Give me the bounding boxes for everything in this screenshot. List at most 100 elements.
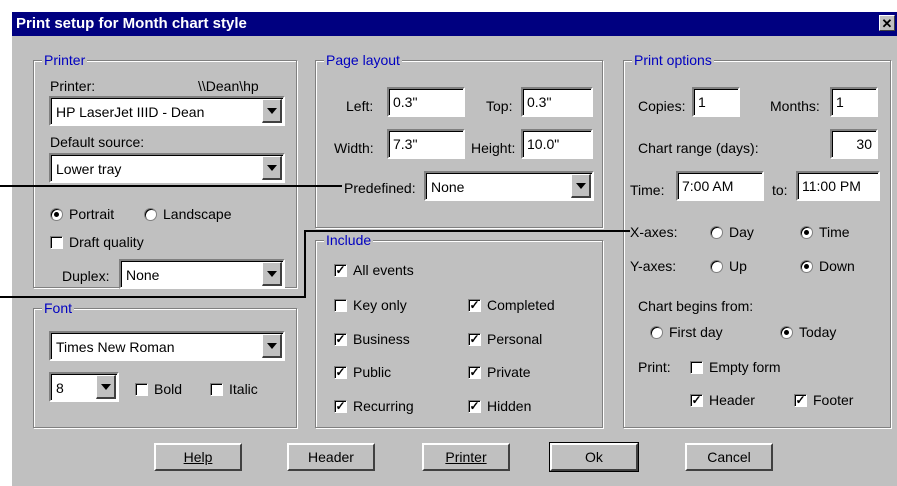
- portrait-radio-dot[interactable]: [50, 207, 63, 221]
- y-axes-down-radio[interactable]: Down: [800, 257, 855, 275]
- draft-quality-checkbox[interactable]: Draft quality: [50, 233, 144, 251]
- completed-box[interactable]: ✓: [468, 298, 481, 312]
- y-axes-up-dot[interactable]: [710, 259, 723, 273]
- header-box[interactable]: ✓: [690, 393, 703, 407]
- private-checkbox[interactable]: ✓ Private: [468, 363, 531, 381]
- printer-group: Printer Printer: \\Dean\hp HP LaserJet I…: [33, 52, 297, 289]
- x-axes-time-dot[interactable]: [800, 225, 813, 239]
- bold-label: Bold: [154, 381, 183, 397]
- cancel-button[interactable]: Cancel: [685, 443, 773, 471]
- x-axes-time-radio[interactable]: Time: [800, 223, 850, 241]
- public-box[interactable]: ✓: [334, 365, 347, 379]
- width-label: Width:: [334, 140, 374, 156]
- personal-checkbox[interactable]: ✓ Personal: [468, 330, 542, 348]
- font-group-title: Font: [42, 300, 75, 316]
- printer-path: \\Dean\hp: [198, 78, 259, 94]
- left-input[interactable]: 0.3": [387, 87, 465, 117]
- recurring-box[interactable]: ✓: [334, 399, 347, 413]
- callout-line-include-top: [304, 230, 630, 232]
- header-label: Header: [709, 392, 755, 408]
- empty-form-checkbox[interactable]: Empty form: [690, 358, 781, 376]
- y-axes-label: Y-axes:: [630, 258, 677, 274]
- italic-label: Italic: [229, 381, 258, 397]
- completed-label: Completed: [487, 297, 555, 313]
- today-radio[interactable]: Today: [780, 323, 836, 341]
- chevron-down-icon[interactable]: [262, 334, 282, 358]
- personal-label: Personal: [487, 331, 543, 347]
- time-from-input[interactable]: 7:00 AM: [676, 171, 764, 201]
- footer-box[interactable]: ✓: [794, 393, 807, 407]
- today-dot[interactable]: [780, 325, 793, 339]
- private-box[interactable]: ✓: [468, 365, 481, 379]
- header-button[interactable]: Header: [287, 443, 375, 471]
- chevron-down-icon[interactable]: [262, 156, 282, 180]
- bold-box[interactable]: [135, 382, 148, 396]
- top-input[interactable]: 0.3": [521, 87, 593, 117]
- font-select[interactable]: Times New Roman: [49, 331, 285, 361]
- predefined-select[interactable]: None: [424, 171, 594, 201]
- font-size-select[interactable]: 8: [49, 372, 119, 402]
- recurring-checkbox[interactable]: ✓ Recurring: [334, 397, 414, 415]
- draft-quality-box[interactable]: [50, 235, 63, 249]
- default-source-select[interactable]: Lower tray: [49, 153, 285, 183]
- time-to-input[interactable]: 11:00 PM: [796, 171, 880, 201]
- months-input[interactable]: 1: [830, 87, 878, 117]
- chart-begins-label: Chart begins from:: [638, 298, 754, 314]
- chevron-down-icon[interactable]: [262, 99, 282, 123]
- y-axes-up-label: Up: [729, 258, 747, 274]
- personal-box[interactable]: ✓: [468, 332, 481, 346]
- printer-select-value: HP LaserJet IIID - Dean: [56, 104, 205, 120]
- chevron-down-icon[interactable]: [571, 174, 591, 198]
- width-input[interactable]: 7.3": [387, 129, 465, 159]
- chevron-down-icon[interactable]: [96, 375, 116, 399]
- x-axes-day-radio[interactable]: Day: [710, 223, 754, 241]
- public-checkbox[interactable]: ✓ Public: [334, 363, 391, 381]
- header-checkbox[interactable]: ✓ Header: [690, 391, 755, 409]
- business-box[interactable]: ✓: [334, 332, 347, 346]
- close-icon[interactable]: ✕: [879, 15, 895, 31]
- top-label: Top:: [486, 98, 513, 114]
- hidden-box[interactable]: ✓: [468, 399, 481, 413]
- ok-button[interactable]: Ok: [549, 442, 639, 472]
- bold-checkbox[interactable]: Bold: [135, 380, 182, 398]
- printer-button[interactable]: Printer: [422, 443, 510, 471]
- title-bar: Print setup for Month chart style ✕: [12, 12, 897, 36]
- landscape-radio[interactable]: Landscape: [144, 205, 232, 223]
- x-axes-day-dot[interactable]: [710, 225, 723, 239]
- help-button[interactable]: Help: [154, 443, 242, 471]
- portrait-radio[interactable]: Portrait: [50, 205, 114, 223]
- italic-box[interactable]: [210, 382, 223, 396]
- predefined-label: Predefined:: [344, 180, 416, 196]
- duplex-select[interactable]: None: [119, 259, 285, 289]
- completed-checkbox[interactable]: ✓ Completed: [468, 296, 555, 314]
- printer-select[interactable]: HP LaserJet IIID - Dean: [49, 96, 285, 126]
- chart-range-input[interactable]: 30: [830, 129, 878, 159]
- all-events-checkbox[interactable]: ✓ All events: [334, 261, 414, 279]
- key-only-checkbox[interactable]: Key only: [334, 296, 407, 314]
- print-options-group: Print options Copies: 1 Months: 1 Chart …: [623, 52, 891, 428]
- first-day-dot[interactable]: [650, 325, 663, 339]
- copies-input[interactable]: 1: [692, 87, 740, 117]
- predefined-value: None: [431, 179, 465, 195]
- italic-checkbox[interactable]: Italic: [210, 380, 258, 398]
- callout-line-predefined: [0, 185, 342, 187]
- y-axes-down-dot[interactable]: [800, 259, 813, 273]
- empty-form-box[interactable]: [690, 360, 703, 374]
- all-events-box[interactable]: ✓: [334, 263, 347, 277]
- key-only-box[interactable]: [334, 298, 347, 312]
- business-checkbox[interactable]: ✓ Business: [334, 330, 410, 348]
- height-input[interactable]: 10.0": [521, 129, 593, 159]
- first-day-radio[interactable]: First day: [650, 323, 723, 341]
- landscape-radio-dot[interactable]: [144, 207, 157, 221]
- y-axes-up-radio[interactable]: Up: [710, 257, 747, 275]
- x-axes-time-label: Time: [819, 224, 850, 240]
- footer-label: Footer: [813, 392, 854, 408]
- chevron-down-icon[interactable]: [262, 262, 282, 286]
- copies-label: Copies:: [638, 98, 686, 114]
- empty-form-label: Empty form: [709, 359, 781, 375]
- x-axes-day-label: Day: [729, 224, 754, 240]
- hidden-checkbox[interactable]: ✓ Hidden: [468, 397, 531, 415]
- callout-line-include-v: [304, 230, 306, 298]
- footer-checkbox[interactable]: ✓ Footer: [794, 391, 853, 409]
- print-setup-dialog: Print setup for Month chart style ✕ Prin…: [10, 10, 897, 486]
